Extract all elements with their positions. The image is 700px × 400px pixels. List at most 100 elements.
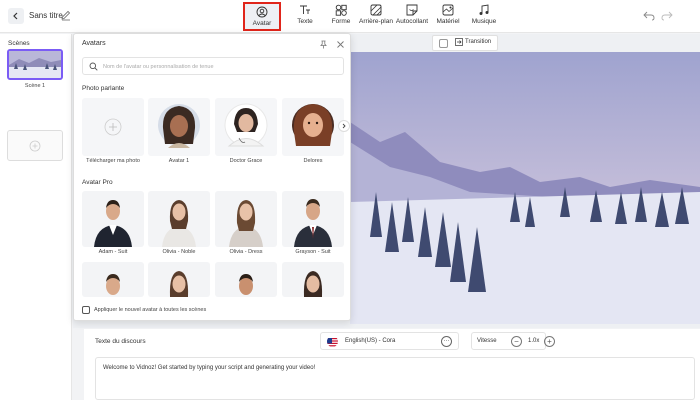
tool-sticker[interactable]: Autocollant (393, 4, 431, 30)
avatar-search (82, 57, 344, 75)
avatar-portrait (106, 274, 120, 295)
scenes-sidebar: Scènes Scène 1 (0, 34, 72, 400)
avatar-portrait (292, 104, 334, 146)
scene-thumbnail[interactable] (7, 49, 63, 80)
tool-label: Musique (471, 18, 497, 25)
undo-icon[interactable] (643, 11, 655, 21)
tool-label: Autocollant (395, 18, 429, 25)
avatar-portrait (239, 274, 253, 295)
tool-background[interactable]: Arrière-plan (357, 4, 395, 30)
tool-label: Arrière-plan (359, 18, 393, 25)
avatar-portrait (303, 271, 323, 297)
avatar-portrait (158, 104, 200, 148)
shape-icon (335, 4, 347, 16)
script-title: Texte du discours (95, 338, 146, 345)
scene-label: Scène 1 (24, 83, 46, 89)
music-icon (479, 4, 489, 15)
talking-photo-label-3: Delores (303, 158, 323, 164)
tool-label: Matériel (436, 18, 460, 25)
apply-all-label: Appliquer le nouvel avatar à toutes les … (94, 307, 207, 313)
pro-avatar-label-2: Olivia - Dress (229, 249, 263, 255)
talking-photo-label-0: Télécharger ma photo (86, 158, 140, 164)
script-textarea[interactable]: Welcome to Vidnoz! Get started by typing… (95, 357, 695, 400)
voice-name: English(US) - Cora (345, 338, 396, 344)
snowy-landscape-image (350, 52, 700, 324)
transition-icon (455, 38, 463, 46)
tool-label: Texte (297, 18, 313, 25)
scenes-title: Scènes (8, 40, 30, 47)
close-icon[interactable] (336, 40, 345, 49)
transition-checkbox[interactable] (439, 39, 448, 48)
tool-material[interactable]: Matériel (429, 4, 467, 30)
pro-avatar-adam-suit[interactable] (82, 191, 144, 247)
add-scene-button[interactable] (7, 130, 63, 161)
pro-avatar-card[interactable] (82, 262, 144, 297)
script-text: Welcome to Vidnoz! Get started by typing… (103, 365, 316, 371)
redo-icon[interactable] (661, 11, 673, 21)
pro-avatar-olivia-dress[interactable] (215, 191, 277, 247)
avatar-portrait (162, 200, 196, 247)
us-flag-icon (327, 336, 338, 347)
scroll-right-button[interactable] (338, 120, 350, 132)
pro-avatar-label-1: Olivia - Noble (162, 249, 196, 255)
panel-title: Avatars (82, 40, 106, 47)
top-toolbar: Sans titre Avatar Texte Forme Arrière-pl… (0, 0, 700, 33)
tool-avatar[interactable]: Avatar (243, 2, 281, 31)
pro-avatar-grayson-suit[interactable] (282, 191, 344, 247)
speed-value: 1.0x (528, 338, 540, 344)
speech-script-panel: Texte du discours English(US) - Cora ···… (84, 329, 700, 400)
avatar-icon (256, 6, 268, 18)
speed-increase-button[interactable]: + (544, 336, 555, 347)
transition-toolbar: Transition (432, 35, 498, 51)
search-icon (89, 62, 98, 71)
chevron-right-icon (342, 123, 346, 129)
more-options-icon[interactable]: ··· (441, 336, 452, 347)
pro-avatar-olivia-noble[interactable] (148, 191, 210, 247)
tool-label: Avatar (252, 20, 272, 27)
tool-text[interactable]: Texte (286, 4, 324, 30)
pro-avatar-label-3: Grayson - Suit (295, 249, 331, 255)
chevron-left-icon (13, 12, 18, 20)
plus-circle-icon (104, 118, 122, 136)
scene-canvas[interactable] (350, 52, 700, 324)
transition-button[interactable]: Transition (455, 38, 491, 46)
speed-label: Vitesse (477, 338, 497, 344)
tool-music[interactable]: Musique (465, 4, 503, 30)
edit-pencil-icon[interactable] (60, 9, 72, 21)
tool-label: Forme (331, 18, 351, 25)
tool-shape[interactable]: Forme (322, 4, 360, 30)
talking-photo-label-1: Avatar 1 (168, 158, 190, 164)
pro-avatar-label-0: Adam - Suit (98, 249, 128, 255)
upload-photo-card[interactable] (82, 98, 144, 156)
transition-label: Transition (465, 39, 492, 45)
text-icon (300, 5, 310, 14)
speed-decrease-button[interactable]: − (511, 336, 522, 347)
back-button[interactable] (8, 8, 24, 24)
material-icon (442, 4, 454, 16)
talking-photo-label: Photo parlante (82, 85, 125, 92)
avatar-portrait (224, 103, 268, 147)
avatars-panel: Avatars Photo parlante Télécharger ma ph… (73, 33, 351, 321)
apply-all-option[interactable]: Appliquer le nouvel avatar à toutes les … (82, 306, 206, 314)
document-title[interactable]: Sans titre (29, 11, 63, 20)
talking-photo-label-2: Doctor Grace (229, 158, 263, 164)
avatar-portrait (169, 271, 189, 297)
scene-thumbnail-image (9, 51, 61, 78)
avatar-portrait (229, 200, 263, 247)
pin-icon[interactable] (319, 40, 328, 49)
voice-select[interactable]: English(US) - Cora ··· (320, 332, 459, 350)
apply-all-checkbox[interactable] (82, 306, 90, 314)
speed-control: Vitesse − 1.0x + (471, 332, 555, 350)
background-icon (370, 4, 382, 16)
sticker-icon (406, 4, 418, 16)
avatar-portrait (94, 200, 132, 247)
pro-avatar-card[interactable] (215, 262, 277, 297)
pro-avatar-label: Avatar Pro (82, 179, 113, 186)
talking-photo-delores[interactable] (282, 98, 344, 156)
avatar-search-input[interactable] (103, 60, 338, 73)
talking-photo-avatar-1[interactable] (148, 98, 210, 156)
pro-avatar-card[interactable] (282, 262, 344, 297)
pro-avatar-card[interactable] (148, 262, 210, 297)
plus-circle-icon (29, 140, 41, 151)
talking-photo-doctor-grace[interactable] (215, 98, 277, 156)
